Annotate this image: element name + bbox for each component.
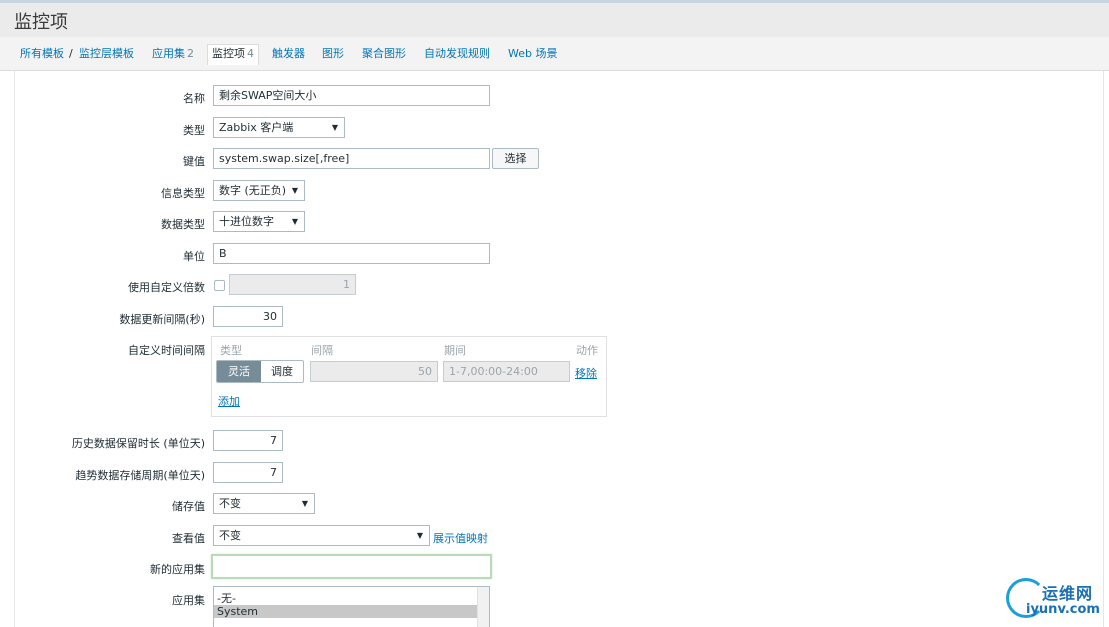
column-type-header: 类型	[220, 344, 242, 357]
tab-count: 4	[247, 47, 254, 60]
watermark-logo: 运维网 iyunv.com	[1000, 572, 1108, 624]
store-value-select-value: 不变	[219, 497, 241, 510]
add-interval-link[interactable]: 添加	[218, 393, 240, 409]
show-value-select-value: 不变	[219, 529, 241, 542]
custom-intervals-table: 类型 间隔 期间 动作 灵活 调度 50 1-7,00:00-24:00 移除 …	[211, 336, 607, 417]
custom-intervals-label: 自定义时间间隔	[128, 344, 205, 357]
multiplier-checkbox[interactable]	[214, 280, 225, 291]
page-header: 监控项	[0, 0, 1109, 37]
history-input[interactable]: 7	[213, 430, 283, 451]
data-type-select-value: 十进位数字	[219, 215, 274, 228]
chevron-down-icon: ▼	[291, 217, 298, 226]
name-input[interactable]: 剩余SWAP空间大小	[213, 85, 490, 106]
units-input[interactable]: B	[213, 243, 490, 264]
page-title: 监控项	[14, 12, 68, 33]
chevron-down-icon: ▼	[416, 531, 423, 540]
trends-input[interactable]: 7	[213, 462, 283, 483]
tab-triggers[interactable]: 触发器	[272, 45, 305, 65]
multiplier-input: 1	[229, 274, 356, 295]
show-value-mappings-link[interactable]: 展示值映射	[433, 530, 488, 546]
chevron-down-icon: ▼	[301, 499, 308, 508]
type-label: 类型	[183, 124, 205, 137]
breadcrumb-separator: /	[69, 47, 73, 60]
data-type-label: 数据类型	[161, 218, 205, 231]
interval-input[interactable]: 50	[310, 361, 438, 382]
period-input[interactable]: 1-7,00:00-24:00	[443, 361, 570, 382]
trends-label: 趋势数据存储周期(单位天)	[75, 469, 205, 482]
store-value-select[interactable]: 不变 ▼	[213, 493, 315, 514]
units-label: 单位	[183, 250, 205, 263]
nav-template-name[interactable]: 监控层模板	[79, 45, 134, 65]
new-application-label: 新的应用集	[150, 563, 205, 576]
chevron-down-icon: ▼	[331, 123, 338, 132]
data-type-select[interactable]: 十进位数字 ▼	[213, 211, 305, 232]
key-input[interactable]: system.swap.size[,free]	[213, 148, 490, 169]
item-form: 名称 剩余SWAP空间大小 类型 Zabbix 客户端 ▼ 键值 system.s…	[14, 71, 1104, 627]
flexible-option[interactable]: 灵活	[217, 361, 261, 382]
store-value-label: 储存值	[172, 500, 205, 513]
info-type-label: 信息类型	[161, 187, 205, 200]
column-interval-header: 间隔	[311, 344, 333, 357]
update-interval-input[interactable]: 30	[213, 306, 283, 327]
tab-items[interactable]: 监控项 4	[207, 44, 259, 65]
name-label: 名称	[183, 92, 205, 105]
tab-web-scenarios[interactable]: Web 场景	[508, 45, 557, 65]
info-type-select-value: 数字 (无正负)	[219, 184, 287, 197]
tab-graphs[interactable]: 图形	[322, 45, 344, 65]
tab-discovery-rules[interactable]: 自动发现规则	[424, 45, 490, 65]
interval-type-toggle: 灵活 调度	[216, 360, 304, 383]
remove-interval-link[interactable]: 移除	[575, 365, 597, 381]
nav-all-templates[interactable]: 所有模板	[20, 45, 64, 65]
new-application-input[interactable]	[211, 554, 492, 579]
applications-listbox[interactable]: -无- System	[213, 586, 490, 627]
column-action-header: 动作	[576, 344, 598, 357]
chevron-down-icon: ▼	[291, 186, 298, 195]
list-item[interactable]: -无-	[214, 592, 489, 605]
scheduling-option[interactable]: 调度	[261, 361, 303, 382]
show-value-select[interactable]: 不变 ▼	[213, 525, 430, 546]
watermark-cn: 运维网	[1042, 584, 1094, 603]
tab-label: 应用集	[152, 47, 185, 60]
scrollbar[interactable]	[477, 587, 489, 627]
multiplier-label: 使用自定义倍数	[128, 281, 205, 294]
tab-count: 2	[187, 47, 194, 60]
watermark-en: iyunv.com	[1026, 602, 1100, 617]
tab-screens[interactable]: 聚合图形	[362, 45, 406, 65]
select-key-button[interactable]: 选择	[492, 148, 539, 169]
tab-label: 监控项	[212, 47, 245, 60]
update-interval-label: 数据更新间隔(秒)	[119, 313, 205, 326]
info-type-select[interactable]: 数字 (无正负) ▼	[213, 180, 305, 201]
column-period-header: 期间	[444, 344, 466, 357]
type-select-value: Zabbix 客户端	[219, 121, 294, 134]
list-item[interactable]: System	[214, 605, 477, 618]
type-select[interactable]: Zabbix 客户端 ▼	[213, 117, 345, 138]
history-label: 历史数据保留时长 (单位天)	[71, 437, 205, 450]
breadcrumb-tabs: 所有模板 / 监控层模板 应用集 2 监控项 4 触发器 图形 聚合图形 自动发现规…	[0, 37, 1109, 71]
show-value-label: 查看值	[172, 532, 205, 545]
tab-applications[interactable]: 应用集 2	[152, 45, 194, 65]
key-label: 键值	[183, 155, 205, 168]
applications-label: 应用集	[172, 594, 205, 607]
